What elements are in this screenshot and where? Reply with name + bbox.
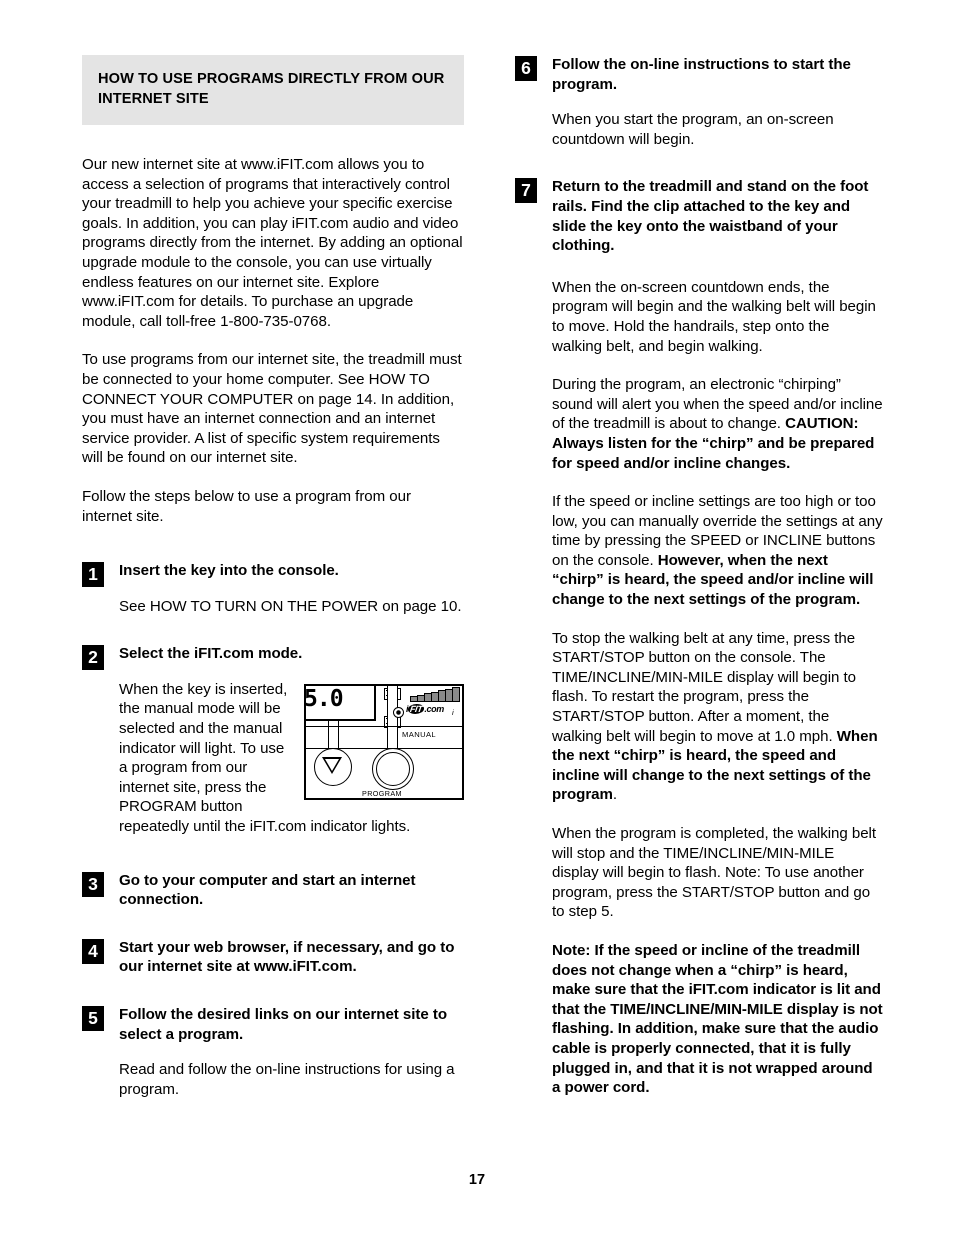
step-5-number: 5: [82, 1006, 104, 1031]
console-illustration: 5.0 iFIT.com i MANUAL PROGRAM: [304, 683, 464, 800]
manual-page: HOW TO USE PROGRAMS DIRECTLY FROM OUR IN…: [0, 0, 954, 1235]
paragraph-note: Note: If the speed or incline of the tre…: [552, 941, 883, 1098]
left-column: HOW TO USE PROGRAMS DIRECTLY FROM OUR IN…: [82, 55, 464, 1105]
down-arrow-icon-inner: [325, 758, 339, 771]
paragraph-stop-belt: To stop the walking belt at any time, pr…: [552, 629, 883, 805]
step-6-body: When you start the program, an on-screen…: [552, 111, 834, 148]
intro-paragraph-2: To use programs from our internet site, …: [82, 351, 462, 467]
paragraph-note-bold: Note: If the speed or incline of the tre…: [552, 941, 883, 1097]
program-button-inner: [376, 751, 410, 786]
speed-display: 5.0: [304, 685, 376, 721]
step-1-title: Insert the key into the console.: [119, 562, 339, 580]
paragraph-countdown: When the on-screen countdown ends, the p…: [552, 278, 883, 356]
ifit-indicator-led-icon: [393, 706, 404, 718]
right-column-paragraphs: When the on-screen countdown ends, the p…: [515, 278, 883, 1098]
step-6-title: Follow the on-line instructions to start…: [552, 56, 851, 93]
step-6-number: 6: [515, 56, 537, 81]
page-number: 17: [468, 1172, 486, 1188]
intro-paragraph-3: Follow the steps below to use a program …: [82, 487, 411, 525]
paragraph-completed: When the program is completed, the walki…: [552, 824, 883, 922]
step-4-number: 4: [82, 938, 104, 964]
intro-paragraph-1: Our new internet site at www.iFIT.com al…: [82, 156, 463, 330]
step-2-number: 2: [82, 645, 104, 671]
manual-label: MANUAL: [402, 729, 437, 739]
paragraph-stop-belt-period: .: [612, 786, 618, 804]
step-2: 2 Select the iFIT.com mode. 5.0 FIT.com …: [82, 644, 464, 836]
step-5: 5 Follow the desired links on our intern…: [82, 1005, 464, 1099]
step-4: 4 Start your web browser, if necessary, …: [82, 938, 464, 977]
program-label: PROGRAM: [362, 788, 402, 798]
step-3-title: Go to your computer and start an interne…: [119, 871, 416, 909]
indicator-label: i: [452, 707, 455, 717]
step-7-title: Return to the treadmill and stand on the…: [552, 178, 869, 255]
right-column: 6 Follow the on-line instructions to sta…: [515, 55, 883, 1098]
step-6: 6 Follow the on-line instructions to sta…: [515, 55, 883, 149]
paragraph-stop-belt-normal: To stop the walking belt at any time, pr…: [552, 629, 857, 745]
step-5-body: Read and follow the on-line instructions…: [119, 1061, 455, 1098]
step-1-body: See HOW TO TURN ON THE POWER on page 10.: [119, 597, 462, 615]
console-divider-1: [306, 725, 462, 728]
paragraph-countdown-text: When the on-screen countdown ends, the p…: [552, 278, 876, 355]
section-heading: HOW TO USE PROGRAMS DIRECTLY FROM OUR IN…: [98, 71, 445, 107]
paragraph-completed-text: When the program is completed, the walki…: [552, 825, 877, 921]
section-header-band: HOW TO USE PROGRAMS DIRECTLY FROM OUR IN…: [82, 55, 464, 125]
incline-bargraph-icon: [410, 686, 462, 702]
step-7: 7 Return to the treadmill and stand on t…: [515, 177, 883, 255]
step-3: 3 Go to your computer and start an inter…: [82, 871, 464, 910]
step-4-title: Start your web browser, if necessary, an…: [119, 938, 455, 976]
step-1-number: 1: [82, 562, 104, 588]
ifit-logo: iFIT.com: [406, 703, 444, 714]
step-2-body-wrap: 5.0 iFIT.com i MANUAL PROGRAM: [82, 680, 464, 837]
program-button-stem: [387, 685, 398, 758]
step-2-title: Select the iFIT.com mode.: [119, 645, 303, 663]
step-3-number: 3: [82, 871, 104, 897]
speed-display-value: 5.0: [304, 685, 344, 712]
step-1: 1 Insert the key into the console. See H…: [82, 561, 464, 616]
step-5-title: Follow the desired links on our internet…: [119, 1006, 448, 1043]
step-7-number: 7: [515, 178, 537, 204]
paragraph-chirping: During the program, an electronic “chirp…: [552, 375, 883, 473]
paragraph-override: If the speed or incline settings are too…: [552, 492, 883, 610]
